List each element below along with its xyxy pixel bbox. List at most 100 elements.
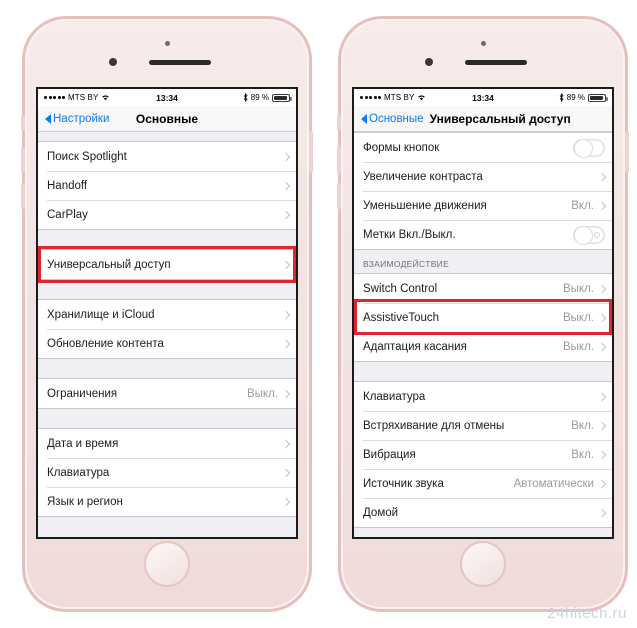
list-item[interactable]: Хранилище и iCloud — [38, 300, 296, 329]
settings-group-2: Универсальный доступ — [38, 249, 296, 280]
list-item[interactable]: Handoff — [38, 171, 296, 200]
toggle-button-off[interactable] — [573, 225, 605, 245]
iphone-device-right: MTS BY 13:34 89 % Основные Универсальный… — [337, 16, 629, 612]
power-button[interactable] — [625, 131, 629, 173]
proximity-sensor-icon — [109, 58, 117, 66]
volume-down-button[interactable] — [21, 183, 25, 209]
chevron-right-icon — [281, 468, 291, 477]
list-item[interactable]: Вибрация Вкл. — [354, 440, 612, 469]
toggle-knob — [574, 225, 593, 245]
screenshot-root: MTS BY 13:34 89 % Настройки Основные Пои… — [0, 0, 637, 628]
chevron-right-icon — [597, 392, 607, 401]
list-item[interactable]: Поиск Spotlight — [38, 142, 296, 171]
row-label: Уменьшение движения — [363, 199, 487, 212]
row-label: Метки Вкл./Выкл. — [363, 228, 456, 241]
list-item[interactable]: Клавиатура — [38, 458, 296, 487]
highlighted-group-wrapper: Универсальный доступ — [38, 246, 296, 283]
row-label: Источник звука — [363, 477, 444, 490]
row-accessory: Выкл. — [562, 311, 607, 324]
row-label: Увеличение контраста — [363, 170, 483, 183]
home-button[interactable] — [144, 541, 190, 587]
list-item-assistivetouch[interactable]: AssistiveTouch Выкл. — [354, 303, 612, 332]
list-item[interactable]: Ограничения Выкл. — [38, 379, 296, 408]
row-accessory — [281, 439, 291, 448]
row-label: Обновление контента — [47, 337, 164, 350]
list-item[interactable]: Метки Вкл./Выкл. — [354, 220, 612, 249]
row-accessory: Выкл. — [562, 340, 607, 353]
accessibility-group-3: Клавиатура Встряхивание для отмены Вкл. … — [354, 381, 612, 528]
row-accessory — [597, 172, 607, 181]
row-accessory: Автоматически — [513, 477, 607, 490]
list-item[interactable]: Уменьшение движения Вкл. — [354, 191, 612, 220]
chevron-right-icon — [597, 479, 607, 488]
chevron-right-icon — [281, 181, 291, 190]
chevron-right-icon — [281, 497, 291, 506]
list-gap — [38, 230, 296, 249]
row-value: Вкл. — [571, 419, 594, 432]
row-accessory: Вкл. — [571, 199, 607, 212]
volume-up-button[interactable] — [337, 147, 341, 173]
list-item[interactable]: Обновление контента — [38, 329, 296, 358]
row-label: Switch Control — [363, 282, 438, 295]
row-accessory: Вкл. — [571, 419, 607, 432]
navigation-bar-right: Основные Универсальный доступ — [354, 106, 612, 132]
row-value: Вкл. — [571, 199, 594, 212]
row-label: Поиск Spotlight — [47, 150, 127, 163]
clock-label: 13:34 — [472, 92, 494, 103]
list-item[interactable]: Источник звука Автоматически — [354, 469, 612, 498]
settings-list-left[interactable]: Поиск Spotlight Handoff CarPlay Универса… — [38, 132, 296, 537]
list-item[interactable]: Switch Control Выкл. — [354, 274, 612, 303]
chevron-right-icon — [597, 201, 607, 210]
list-item[interactable]: Адаптация касания Выкл. — [354, 332, 612, 361]
back-button-label: Настройки — [53, 112, 110, 125]
list-gap — [38, 359, 296, 378]
toggle-button-off[interactable] — [573, 138, 605, 158]
row-value: Выкл. — [562, 311, 594, 324]
chevron-right-icon — [281, 310, 291, 319]
list-item[interactable]: Увеличение контраста — [354, 162, 612, 191]
row-value: Выкл. — [246, 387, 278, 400]
list-item[interactable]: Клавиатура — [354, 382, 612, 411]
settings-list-right[interactable]: Формы кнопок Увеличение контраста Уменьш… — [354, 132, 612, 537]
mute-switch[interactable] — [21, 115, 25, 131]
list-item[interactable]: CarPlay — [38, 200, 296, 229]
back-button-left[interactable]: Настройки — [45, 113, 109, 125]
navigation-bar-left: Настройки Основные — [38, 106, 296, 132]
chevron-right-icon — [597, 284, 607, 293]
front-camera-icon — [481, 41, 486, 46]
earpiece-speaker-icon — [465, 60, 527, 65]
list-item[interactable]: Дата и время — [38, 429, 296, 458]
row-accessory — [281, 310, 291, 319]
row-label: Клавиатура — [47, 466, 110, 479]
power-button[interactable] — [309, 131, 313, 173]
iphone-device-left: MTS BY 13:34 89 % Настройки Основные Пои… — [21, 16, 313, 612]
section-header-interaction: ВЗАИМОДЕЙСТВИЕ — [354, 250, 612, 273]
list-item[interactable]: Встряхивание для отмены Вкл. — [354, 411, 612, 440]
home-button[interactable] — [460, 541, 506, 587]
list-item[interactable]: Формы кнопок — [354, 133, 612, 162]
row-label: Клавиатура — [363, 390, 426, 403]
row-accessory — [573, 138, 605, 158]
chevron-right-icon — [597, 313, 607, 322]
row-value: Автоматически — [513, 477, 594, 490]
chevron-right-icon — [597, 342, 607, 351]
list-gap — [38, 409, 296, 428]
status-bar-right: MTS BY 13:34 89 % — [354, 89, 612, 106]
screen-right: MTS BY 13:34 89 % Основные Универсальный… — [352, 87, 614, 539]
settings-group-3: Хранилище и iCloud Обновление контента — [38, 299, 296, 359]
row-value: Выкл. — [562, 340, 594, 353]
row-label: AssistiveTouch — [363, 311, 440, 324]
chevron-left-icon — [361, 113, 367, 124]
list-item[interactable]: Домой — [354, 498, 612, 527]
mute-switch[interactable] — [337, 115, 341, 131]
settings-group-5: Дата и время Клавиатура Язык и регион — [38, 428, 296, 517]
row-label: Язык и регион — [47, 495, 123, 508]
volume-down-button[interactable] — [337, 183, 341, 209]
row-accessory — [597, 392, 607, 401]
page-title-right: Универсальный доступ — [429, 111, 571, 126]
list-item[interactable]: Язык и регион — [38, 487, 296, 516]
list-item-universal-access[interactable]: Универсальный доступ — [38, 250, 296, 279]
back-button-right[interactable]: Основные — [361, 113, 424, 125]
volume-up-button[interactable] — [21, 147, 25, 173]
proximity-sensor-icon — [425, 58, 433, 66]
